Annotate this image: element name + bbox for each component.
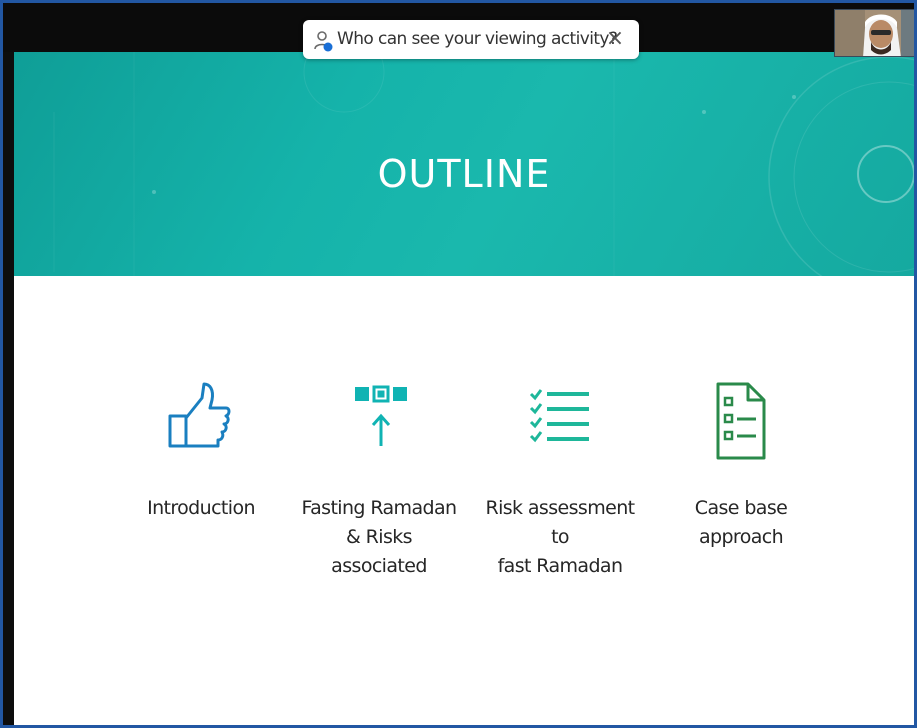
outline-item-case-base-approach: Case base approach xyxy=(676,378,806,548)
outline-item-label: Case base approach xyxy=(694,497,788,548)
outline-item-introduction: Introduction xyxy=(136,378,266,519)
participant-video-thumbnail[interactable] xyxy=(834,9,914,57)
outline-item-label: Fasting Ramadan & Risks associated xyxy=(301,497,458,577)
outline-item-label: Introduction xyxy=(147,497,255,519)
document-form-icon xyxy=(716,382,766,460)
screen-frame: OUTLINE Introduction Fasting Ramadan & R… xyxy=(0,0,917,728)
notification-text[interactable]: Who can see your viewing activity? xyxy=(337,29,618,49)
close-icon[interactable]: × xyxy=(603,26,627,52)
left-black-strip xyxy=(3,52,14,725)
boxes-arrow-up-icon xyxy=(355,385,407,446)
person-privacy-icon xyxy=(314,31,333,52)
checklist-icon xyxy=(529,389,589,443)
participant-video-image xyxy=(835,10,914,56)
outline-item-fasting-ramadan: Fasting Ramadan & Risks associated xyxy=(299,378,459,577)
slide-title: OUTLINE xyxy=(377,152,551,196)
presentation-slide: OUTLINE Introduction Fasting Ramadan & R… xyxy=(14,52,914,725)
slide-banner: OUTLINE xyxy=(14,52,914,276)
viewing-activity-notification[interactable]: Who can see your viewing activity? × xyxy=(303,20,639,59)
outline-item-risk-assessment: Risk assessment to fast Ramadan xyxy=(475,378,645,577)
outline-item-label: Risk assessment to fast Ramadan xyxy=(485,497,635,577)
thumbs-up-icon xyxy=(168,382,231,448)
